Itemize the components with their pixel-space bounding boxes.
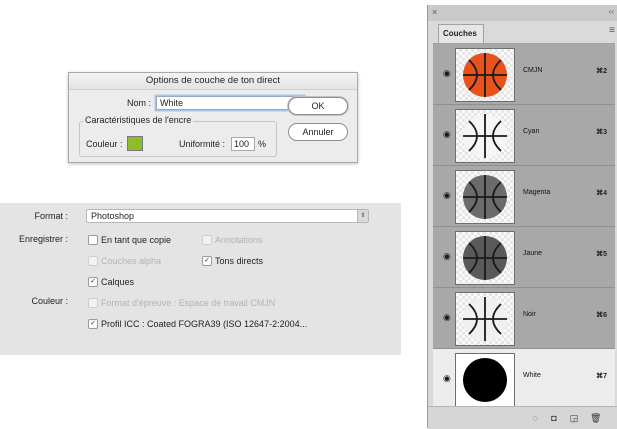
channel-shortcut: ⌘6 bbox=[596, 312, 607, 319]
eye-icon[interactable]: ◉ bbox=[443, 252, 452, 261]
collapse-icon[interactable]: ‹‹ bbox=[609, 7, 614, 16]
black-circle-icon bbox=[463, 358, 507, 402]
basketball-white-icon bbox=[463, 297, 507, 341]
ok-button[interactable]: OK bbox=[288, 97, 348, 115]
eye-icon[interactable]: ◉ bbox=[443, 313, 452, 322]
color-label: Couleur : bbox=[86, 139, 123, 149]
channel-row-noir[interactable]: ◉ Noir ⌘6 bbox=[433, 288, 615, 349]
close-icon[interactable]: × bbox=[432, 7, 437, 17]
as-copy-label: En tant que copie bbox=[101, 235, 172, 245]
new-channel-icon[interactable]: ◲ bbox=[569, 413, 579, 423]
panel-menu-icon[interactable]: ≡ bbox=[609, 25, 615, 36]
dialog-title: Options de couche de ton direct bbox=[69, 73, 357, 90]
spot-colors-label: Tons directs bbox=[215, 256, 264, 266]
format-select[interactable]: Photoshop ⇕ bbox=[86, 209, 369, 223]
ink-group-label: Caractéristiques de l'encre bbox=[83, 115, 194, 125]
save-selection-icon[interactable]: ◘ bbox=[549, 413, 559, 423]
channel-name: Jaune bbox=[523, 250, 543, 257]
channel-thumbnail bbox=[455, 109, 515, 163]
basketball-white-icon bbox=[463, 114, 507, 158]
annotations-checkbox bbox=[202, 235, 212, 245]
channel-shortcut: ⌘4 bbox=[596, 190, 607, 197]
annotations-label: Annotations bbox=[215, 235, 263, 245]
channel-row-white[interactable]: ◉ White ⌘7 bbox=[433, 349, 615, 410]
format-value: Photoshop bbox=[91, 211, 135, 221]
alpha-channels-label: Couches alpha bbox=[101, 256, 162, 266]
solidity-input[interactable]: 100 bbox=[231, 137, 255, 151]
eye-icon[interactable]: ◉ bbox=[443, 191, 452, 200]
spot-channel-options-dialog: Options de couche de ton direct Nom : Wh… bbox=[68, 72, 358, 163]
eye-icon[interactable]: ◉ bbox=[443, 130, 452, 139]
channel-shortcut: ⌘3 bbox=[596, 129, 607, 136]
channel-thumbnail bbox=[455, 353, 515, 407]
channel-name: CMJN bbox=[523, 67, 543, 74]
format-label: Format : bbox=[34, 211, 68, 221]
channel-thumbnail bbox=[455, 231, 515, 285]
channels-footer: ◌ ◘ ◲ 🗑 bbox=[428, 406, 617, 429]
channel-row-magenta[interactable]: ◉ Magenta ⌘4 bbox=[433, 166, 615, 227]
spot-colors-checkbox[interactable]: ✓ bbox=[202, 256, 212, 266]
select-arrows-icon: ⇕ bbox=[357, 210, 368, 222]
channels-list: ◉ CMJN ⌘2 ◉ Cyan ⌘3 ◉ Magenta ⌘4 ◉ Jaune… bbox=[433, 43, 615, 410]
channel-shortcut: ⌘7 bbox=[596, 373, 607, 380]
proof-format-label: Format d'épreuve : Espace de travail CMJ… bbox=[101, 298, 276, 308]
solidity-label: Uniformité : bbox=[179, 139, 226, 149]
eye-icon[interactable]: ◉ bbox=[443, 69, 452, 78]
channel-name: Noir bbox=[523, 311, 536, 318]
channel-shortcut: ⌘5 bbox=[596, 251, 607, 258]
channel-row-jaune[interactable]: ◉ Jaune ⌘5 bbox=[433, 227, 615, 288]
cancel-button[interactable]: Annuler bbox=[288, 123, 348, 141]
channel-name: Magenta bbox=[523, 189, 551, 196]
panel-header: × ‹‹ bbox=[428, 5, 617, 21]
name-input[interactable]: White bbox=[156, 96, 304, 110]
channel-thumbnail bbox=[455, 292, 515, 346]
channel-row-cyan[interactable]: ◉ Cyan ⌘3 bbox=[433, 105, 615, 166]
channel-thumbnail bbox=[455, 48, 515, 102]
eye-icon[interactable]: ◉ bbox=[443, 374, 452, 383]
proof-format-checkbox bbox=[88, 298, 98, 308]
channel-shortcut: ⌘2 bbox=[596, 68, 607, 75]
alpha-channels-checkbox bbox=[88, 256, 98, 266]
trash-icon[interactable]: 🗑 bbox=[590, 413, 601, 423]
save-options-panel: Format : Photoshop ⇕ Enregistrer : En ta… bbox=[0, 203, 401, 355]
basketball-gray-icon bbox=[463, 175, 507, 219]
channels-panel: × ‹‹ Couches ≡ ◉ CMJN ⌘2 ◉ Cyan ⌘3 ◉ Mag… bbox=[427, 5, 617, 429]
name-label: Nom : bbox=[127, 98, 152, 108]
basketball-orange-icon bbox=[463, 53, 507, 97]
load-selection-icon[interactable]: ◌ bbox=[530, 413, 540, 423]
layers-checkbox[interactable]: ✓ bbox=[88, 277, 98, 287]
ink-color-swatch[interactable] bbox=[127, 136, 143, 151]
layers-label: Calques bbox=[101, 277, 135, 287]
icc-profile-label: Profil ICC : Coated FOGRA39 (ISO 12647-2… bbox=[101, 319, 308, 329]
channel-thumbnail bbox=[455, 170, 515, 224]
channel-name: White bbox=[523, 372, 541, 379]
color-section-label: Couleur : bbox=[31, 296, 68, 306]
tab-channels[interactable]: Couches bbox=[438, 24, 484, 43]
save-label: Enregistrer : bbox=[18, 234, 68, 244]
icc-profile-checkbox[interactable]: ✓ bbox=[88, 319, 98, 329]
channel-name: Cyan bbox=[523, 128, 540, 135]
as-copy-checkbox[interactable] bbox=[88, 235, 98, 245]
basketball-gray-icon bbox=[463, 236, 507, 280]
percent-label: % bbox=[258, 139, 267, 149]
channel-row-cmjn[interactable]: ◉ CMJN ⌘2 bbox=[433, 44, 615, 105]
